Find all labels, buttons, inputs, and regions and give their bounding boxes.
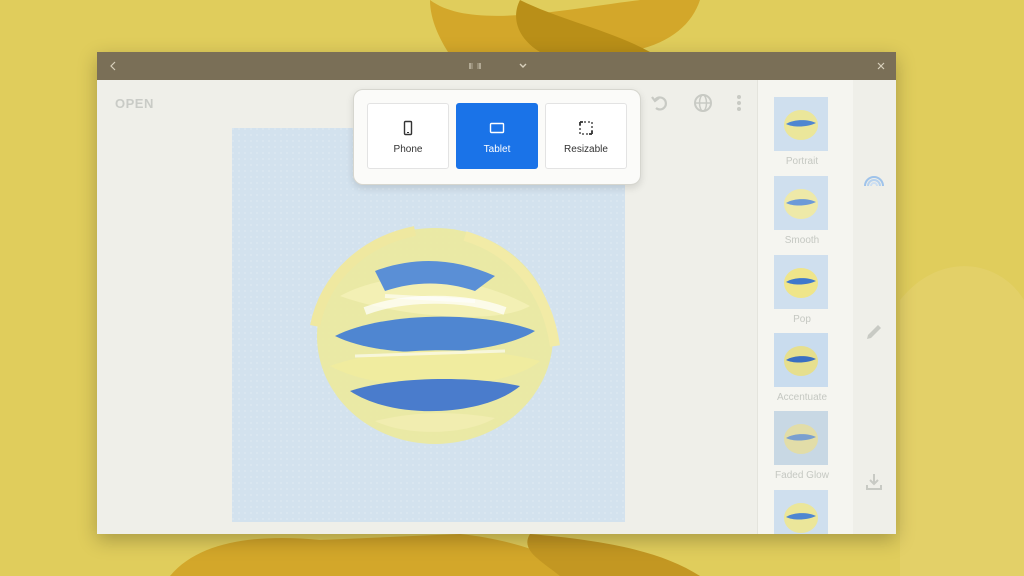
filter-thumbnail <box>774 411 828 465</box>
filter-item[interactable] <box>774 490 828 534</box>
phone-mode-button[interactable]: Phone <box>367 103 449 169</box>
phone-mode-label: Phone <box>393 144 423 155</box>
filter-thumbnail <box>774 255 828 309</box>
filter-thumbnail <box>774 490 828 534</box>
filter-label: Accentuate <box>776 392 828 403</box>
download-icon[interactable] <box>862 470 886 494</box>
filter-thumbnail <box>774 97 828 151</box>
filter-item[interactable]: Smooth <box>774 176 828 246</box>
tablet-icon <box>489 120 505 136</box>
filter-label: Pop <box>793 314 811 325</box>
open-button[interactable]: OPEN <box>115 96 154 111</box>
resize-mode-menu: Phone Tablet Resizable <box>353 89 641 185</box>
rainbow-icon[interactable] <box>862 170 886 194</box>
back-arrow-icon[interactable] <box>103 57 123 75</box>
phone-icon <box>400 120 416 136</box>
resizable-icon <box>578 120 594 136</box>
tablet-mode-button[interactable]: Tablet <box>456 103 538 169</box>
undo-icon[interactable] <box>649 92 671 114</box>
resizable-mode-label: Resizable <box>564 144 608 155</box>
resize-icon[interactable] <box>463 57 487 75</box>
filter-thumbnail <box>774 176 828 230</box>
filter-item[interactable]: Pop <box>774 255 828 325</box>
filter-label: Smooth <box>784 235 820 246</box>
resizable-mode-button[interactable]: Resizable <box>545 103 627 169</box>
image-canvas[interactable] <box>232 128 625 522</box>
filter-item[interactable]: Portrait <box>774 97 828 167</box>
artwork-image <box>232 128 625 522</box>
filter-label: Portrait <box>785 156 819 167</box>
filter-item[interactable]: Accentuate <box>774 333 828 403</box>
pencil-icon[interactable] <box>862 320 886 344</box>
close-icon[interactable] <box>871 57 891 75</box>
filter-label: Faded Glow <box>775 470 829 481</box>
app-window: OPEN Phone Tablet Resizable Portrait Smo… <box>97 52 896 534</box>
tablet-mode-label: Tablet <box>483 144 511 155</box>
side-rail <box>853 80 896 534</box>
globe-icon[interactable] <box>692 92 714 114</box>
filter-panel: Portrait Smooth Pop Accentuate Faded Glo… <box>757 80 854 534</box>
filter-item[interactable]: Faded Glow <box>774 411 829 481</box>
more-vertical-icon[interactable] <box>728 92 750 114</box>
window-titlebar <box>97 52 896 80</box>
chevron-down-icon[interactable] <box>513 57 533 75</box>
filter-thumbnail <box>774 333 828 387</box>
